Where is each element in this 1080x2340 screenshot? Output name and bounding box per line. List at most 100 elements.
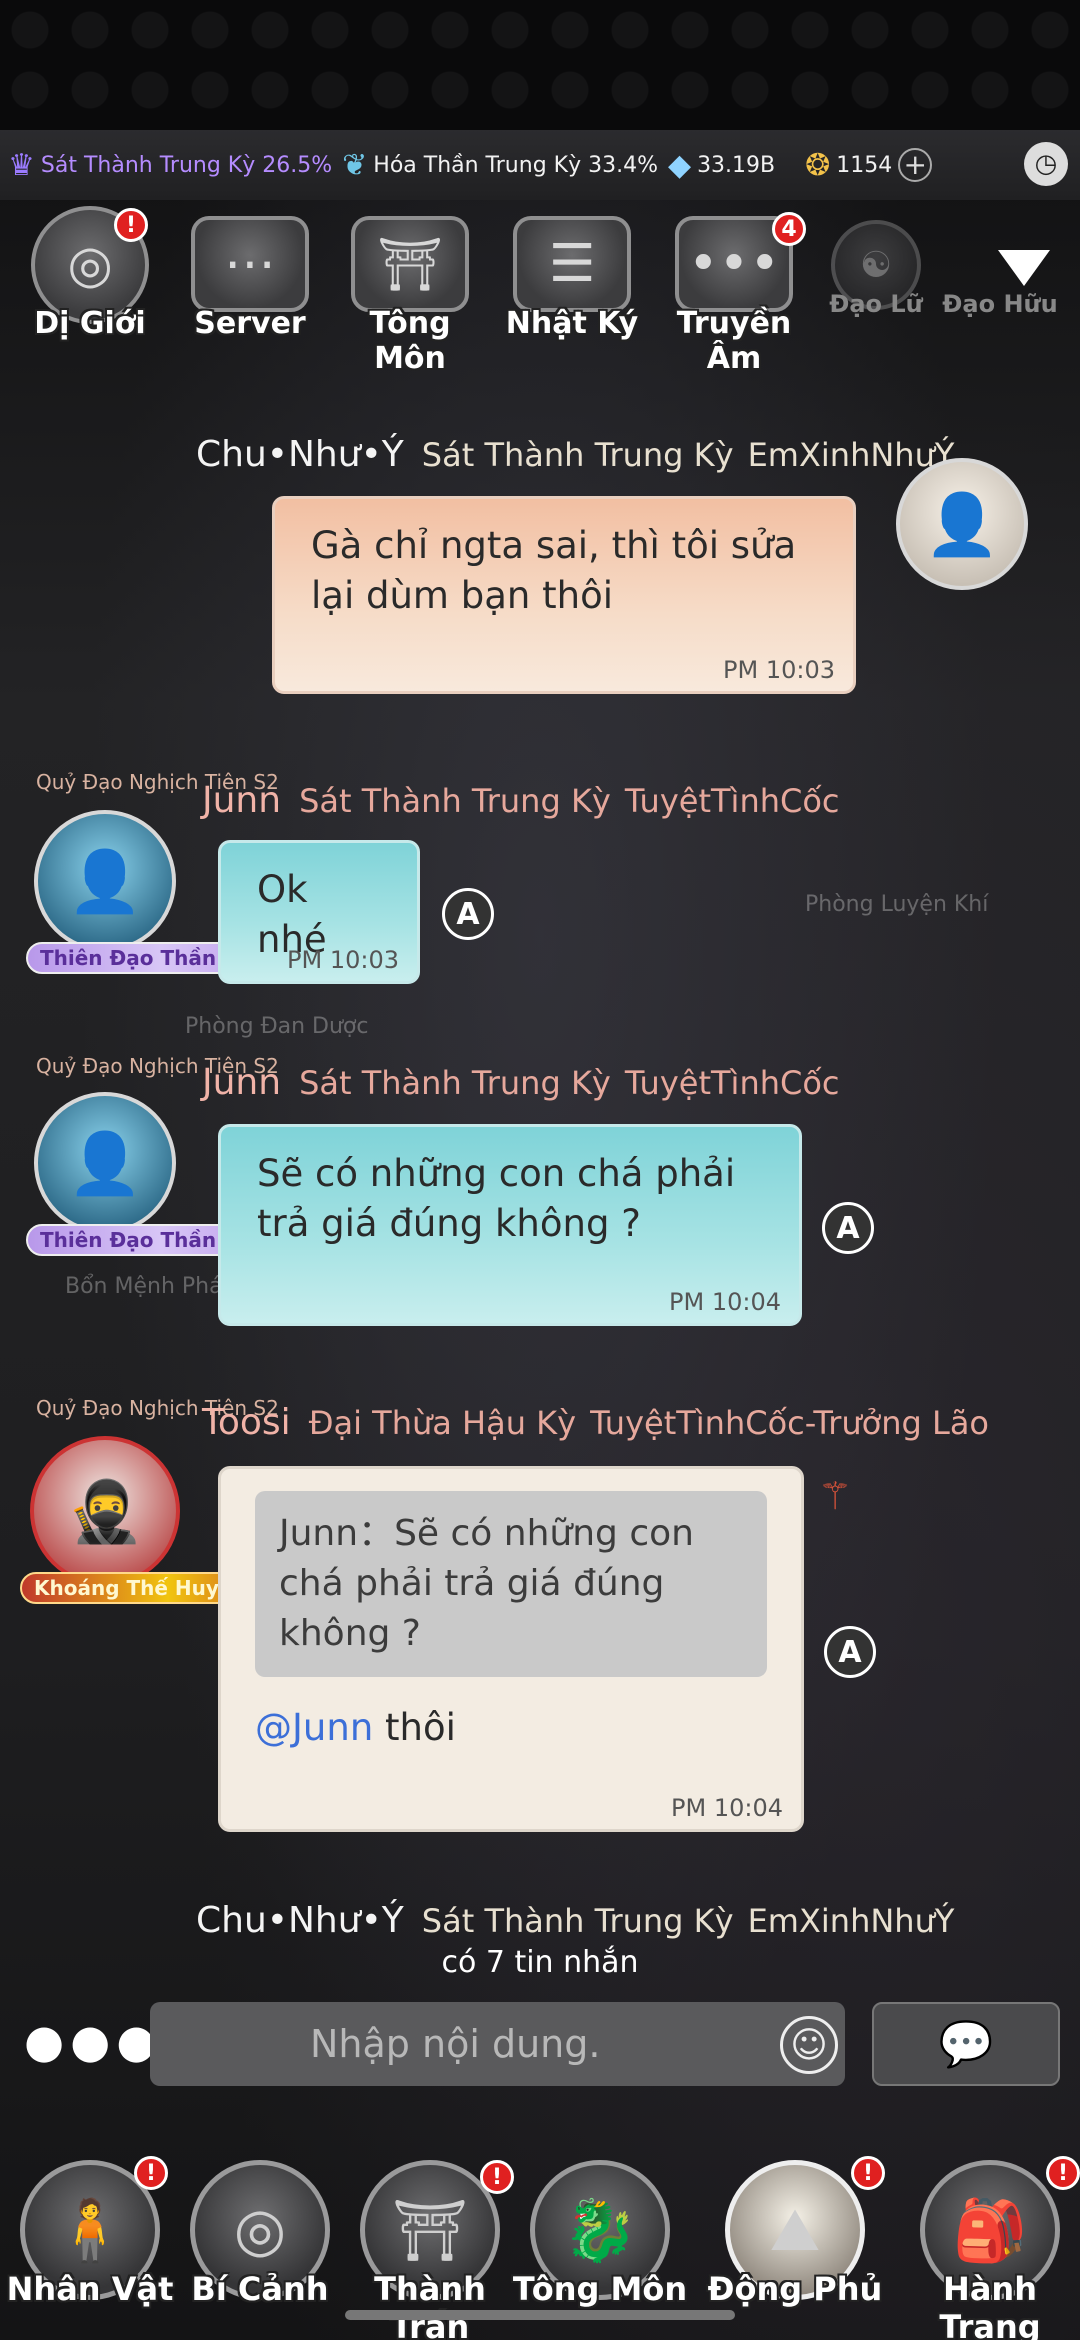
- message-time: PM 10:03: [287, 946, 399, 974]
- sender-realm: Sát Thành Trung Kỳ: [421, 436, 734, 474]
- message-text: Sẽ có những con chá phải trả giá đúng kh…: [257, 1152, 736, 1245]
- tab-di-gioi[interactable]: ◎ ! Dị Giới: [20, 206, 160, 346]
- nav-label: Bí Cảnh: [191, 2270, 329, 2308]
- sender-info: Chu•Như•Ý Sát Thành Trung Kỳ EmXinhNhưÝ: [196, 434, 968, 475]
- notification-badge: !: [134, 2156, 168, 2190]
- scroll-decoration-icon: ⚚: [818, 1474, 853, 1518]
- journal-icon: ☰: [513, 216, 631, 312]
- chat-message-list[interactable]: Phòng Luyện Khí Phòng Đan Dược Bổn Mệnh …: [0, 350, 1080, 1990]
- avatar[interactable]: 👤: [896, 458, 1028, 590]
- nav-label: Thành Trấn: [374, 2270, 486, 2340]
- chat-input-bar: ●●● Nhập nội dung. ☺ 💬: [0, 1990, 1080, 2100]
- more-options-icon[interactable]: ●●●: [24, 2014, 162, 2068]
- cultivation-2-text: Hóa Thần Trung Kỳ 33.4%: [373, 152, 658, 178]
- spirit-stone-value: 33.19B: [697, 152, 776, 178]
- tab-nhat-ky[interactable]: ☰ Nhật Ký: [502, 206, 642, 346]
- message-body: @Junn thôi: [255, 1703, 767, 1753]
- gold-counter: ❂ 1154 +: [805, 147, 933, 183]
- message-time: PM 10:04: [669, 1288, 781, 1316]
- message-text: thôi: [373, 1706, 456, 1749]
- message-bubble[interactable]: Junn：Sẽ có những con chá phải trả giá đú…: [218, 1466, 804, 1832]
- message-text: Gà chỉ ngta sai, thì tôi sửa lại dùm bạn…: [311, 524, 797, 617]
- nav-tong-mon[interactable]: 🐉 Tông Môn: [513, 2160, 687, 2308]
- message-time: PM 10:03: [723, 656, 835, 684]
- notification-badge: !: [1046, 2156, 1080, 2190]
- sender-info: Toosi Đại Thừa Hậu Kỳ TuyệtTìnhCốc-Trưởng …: [202, 1402, 1003, 1443]
- message-bubble[interactable]: Sẽ có những con chá phải trả giá đúng kh…: [218, 1124, 802, 1326]
- tab-label: Server: [194, 306, 306, 341]
- sender-info: Chu•Như•Ý Sát Thành Trung Kỳ EmXinhNhưÝ: [196, 1900, 968, 1941]
- spirit-stone-counter: ◆ 33.19B: [668, 148, 775, 183]
- gold-value: 1154: [836, 152, 893, 178]
- clock-icon[interactable]: ◷: [1024, 142, 1068, 186]
- header-pattern: [0, 0, 1080, 130]
- tab-label: Dị Giới: [34, 306, 146, 341]
- sender-name: Junn: [202, 780, 282, 821]
- cultivation-1-text: Sát Thành Trung Kỳ 26.5%: [40, 152, 333, 178]
- tab-tong-mon[interactable]: ⛩ Tông Môn: [340, 206, 480, 376]
- new-messages-indicator[interactable]: có 7 tin nhắn: [0, 1945, 1080, 1980]
- nav-dong-phu[interactable]: ⛰ ! Động Phủ: [708, 2156, 885, 2308]
- sender-sect: TuyệtTìnhCốc: [624, 1064, 840, 1102]
- notification-badge: !: [480, 2160, 514, 2194]
- tab-dao-lu[interactable]: ☯ Đạo Lữ: [806, 206, 946, 346]
- nav-hanh-trang[interactable]: 🎒 ! Hành Trang: [910, 2156, 1080, 2340]
- translate-icon[interactable]: A: [824, 1626, 876, 1678]
- sender-name: Chu•Như•Ý: [196, 1900, 404, 1941]
- tab-truyen-am[interactable]: ••• 4 Truyền Âm: [664, 206, 806, 376]
- dropdown-arrow-icon[interactable]: [998, 250, 1050, 286]
- nav-bi-canh[interactable]: ◎ Bí Cảnh: [180, 2160, 340, 2308]
- avatar[interactable]: 🥷: [30, 1436, 180, 1586]
- message-bubble[interactable]: Ok nhé PM 10:03: [218, 840, 420, 984]
- nav-nhan-vat[interactable]: 🧍 ! Nhân Vật: [7, 2156, 173, 2308]
- sender-sect: TuyệtTìnhCốc-Trưởng Lão: [590, 1404, 989, 1442]
- tab-label: Nhật Ký: [505, 306, 639, 341]
- sender-info: Junn Sát Thành Trung Kỳ TuyệtTìnhCốc: [202, 1062, 854, 1103]
- quoted-message: Junn：Sẽ có những con chá phải trả giá đú…: [255, 1491, 767, 1677]
- message-input[interactable]: Nhập nội dung.: [150, 2002, 845, 2086]
- send-button[interactable]: 💬: [872, 2002, 1060, 2086]
- nav-label: Động Phủ: [707, 2270, 883, 2308]
- player-title: Quỷ Đạo Nghịch Tiên S2: [36, 1396, 279, 1420]
- translate-icon[interactable]: A: [822, 1202, 874, 1254]
- sender-realm: Sát Thành Trung Kỳ: [421, 1902, 734, 1940]
- avatar[interactable]: 👤: [34, 810, 176, 952]
- cultivation-progress-1: ♛ Sát Thành Trung Kỳ 26.5%: [8, 148, 332, 183]
- cultivation-progress-2: ❦ Hóa Thần Trung Kỳ 33.4%: [342, 148, 658, 183]
- tab-server[interactable]: ⋯ Server: [180, 206, 320, 346]
- mention-link[interactable]: @Junn: [255, 1706, 373, 1749]
- sender-realm: Sát Thành Trung Kỳ: [299, 1064, 611, 1102]
- wings-icon: ❦: [342, 147, 368, 183]
- gold-coin-icon: ❂: [805, 147, 831, 183]
- background-label: Bổn Mệnh Pháp: [65, 1274, 237, 1299]
- chat-bubble-icon: 💬: [938, 2019, 994, 2070]
- background-label: Phòng Đan Dược: [185, 1014, 369, 1039]
- notification-badge: !: [851, 2156, 885, 2190]
- sender-sect: EmXinhNhưÝ: [747, 1902, 955, 1940]
- avatar[interactable]: 👤: [34, 1092, 176, 1234]
- add-gold-button[interactable]: +: [898, 148, 933, 182]
- server-icon: ⋯: [191, 216, 309, 312]
- translate-icon[interactable]: A: [442, 888, 494, 940]
- spirit-stone-icon: ◆: [667, 147, 692, 183]
- nav-thanh-tran[interactable]: ⛩ ! Thành Trấn: [350, 2160, 514, 2340]
- message-bubble[interactable]: Gà chỉ ngta sai, thì tôi sửa lại dùm bạn…: [272, 496, 856, 694]
- notification-badge: 4: [772, 212, 806, 246]
- tab-label: Đạo Hữu: [942, 290, 1058, 318]
- player-title: Quỷ Đạo Nghịch Tiên S2: [36, 1054, 279, 1078]
- sender-sect: EmXinhNhưÝ: [747, 436, 955, 474]
- background-label: Phòng Luyện Khí: [805, 892, 989, 917]
- sender-name: Toosi: [202, 1402, 291, 1443]
- message-time: PM 10:04: [671, 1794, 783, 1822]
- emoji-icon[interactable]: ☺: [780, 2016, 838, 2074]
- nav-label: Hành Trang: [939, 2270, 1041, 2340]
- sender-info: Junn Sát Thành Trung Kỳ TuyệtTìnhCốc: [202, 780, 854, 821]
- sender-realm: Sát Thành Trung Kỳ: [299, 782, 611, 820]
- home-indicator: [345, 2310, 735, 2320]
- sender-name: Junn: [202, 1062, 282, 1103]
- resource-bar: ♛ Sát Thành Trung Kỳ 26.5% ❦ Hóa Thần Tr…: [0, 130, 1080, 200]
- crystal-icon: ♛: [8, 147, 35, 183]
- nav-label: Tông Môn: [512, 2270, 688, 2308]
- temple-icon: ⛩: [351, 216, 469, 312]
- player-title: Quỷ Đạo Nghịch Tiên S2: [36, 770, 279, 794]
